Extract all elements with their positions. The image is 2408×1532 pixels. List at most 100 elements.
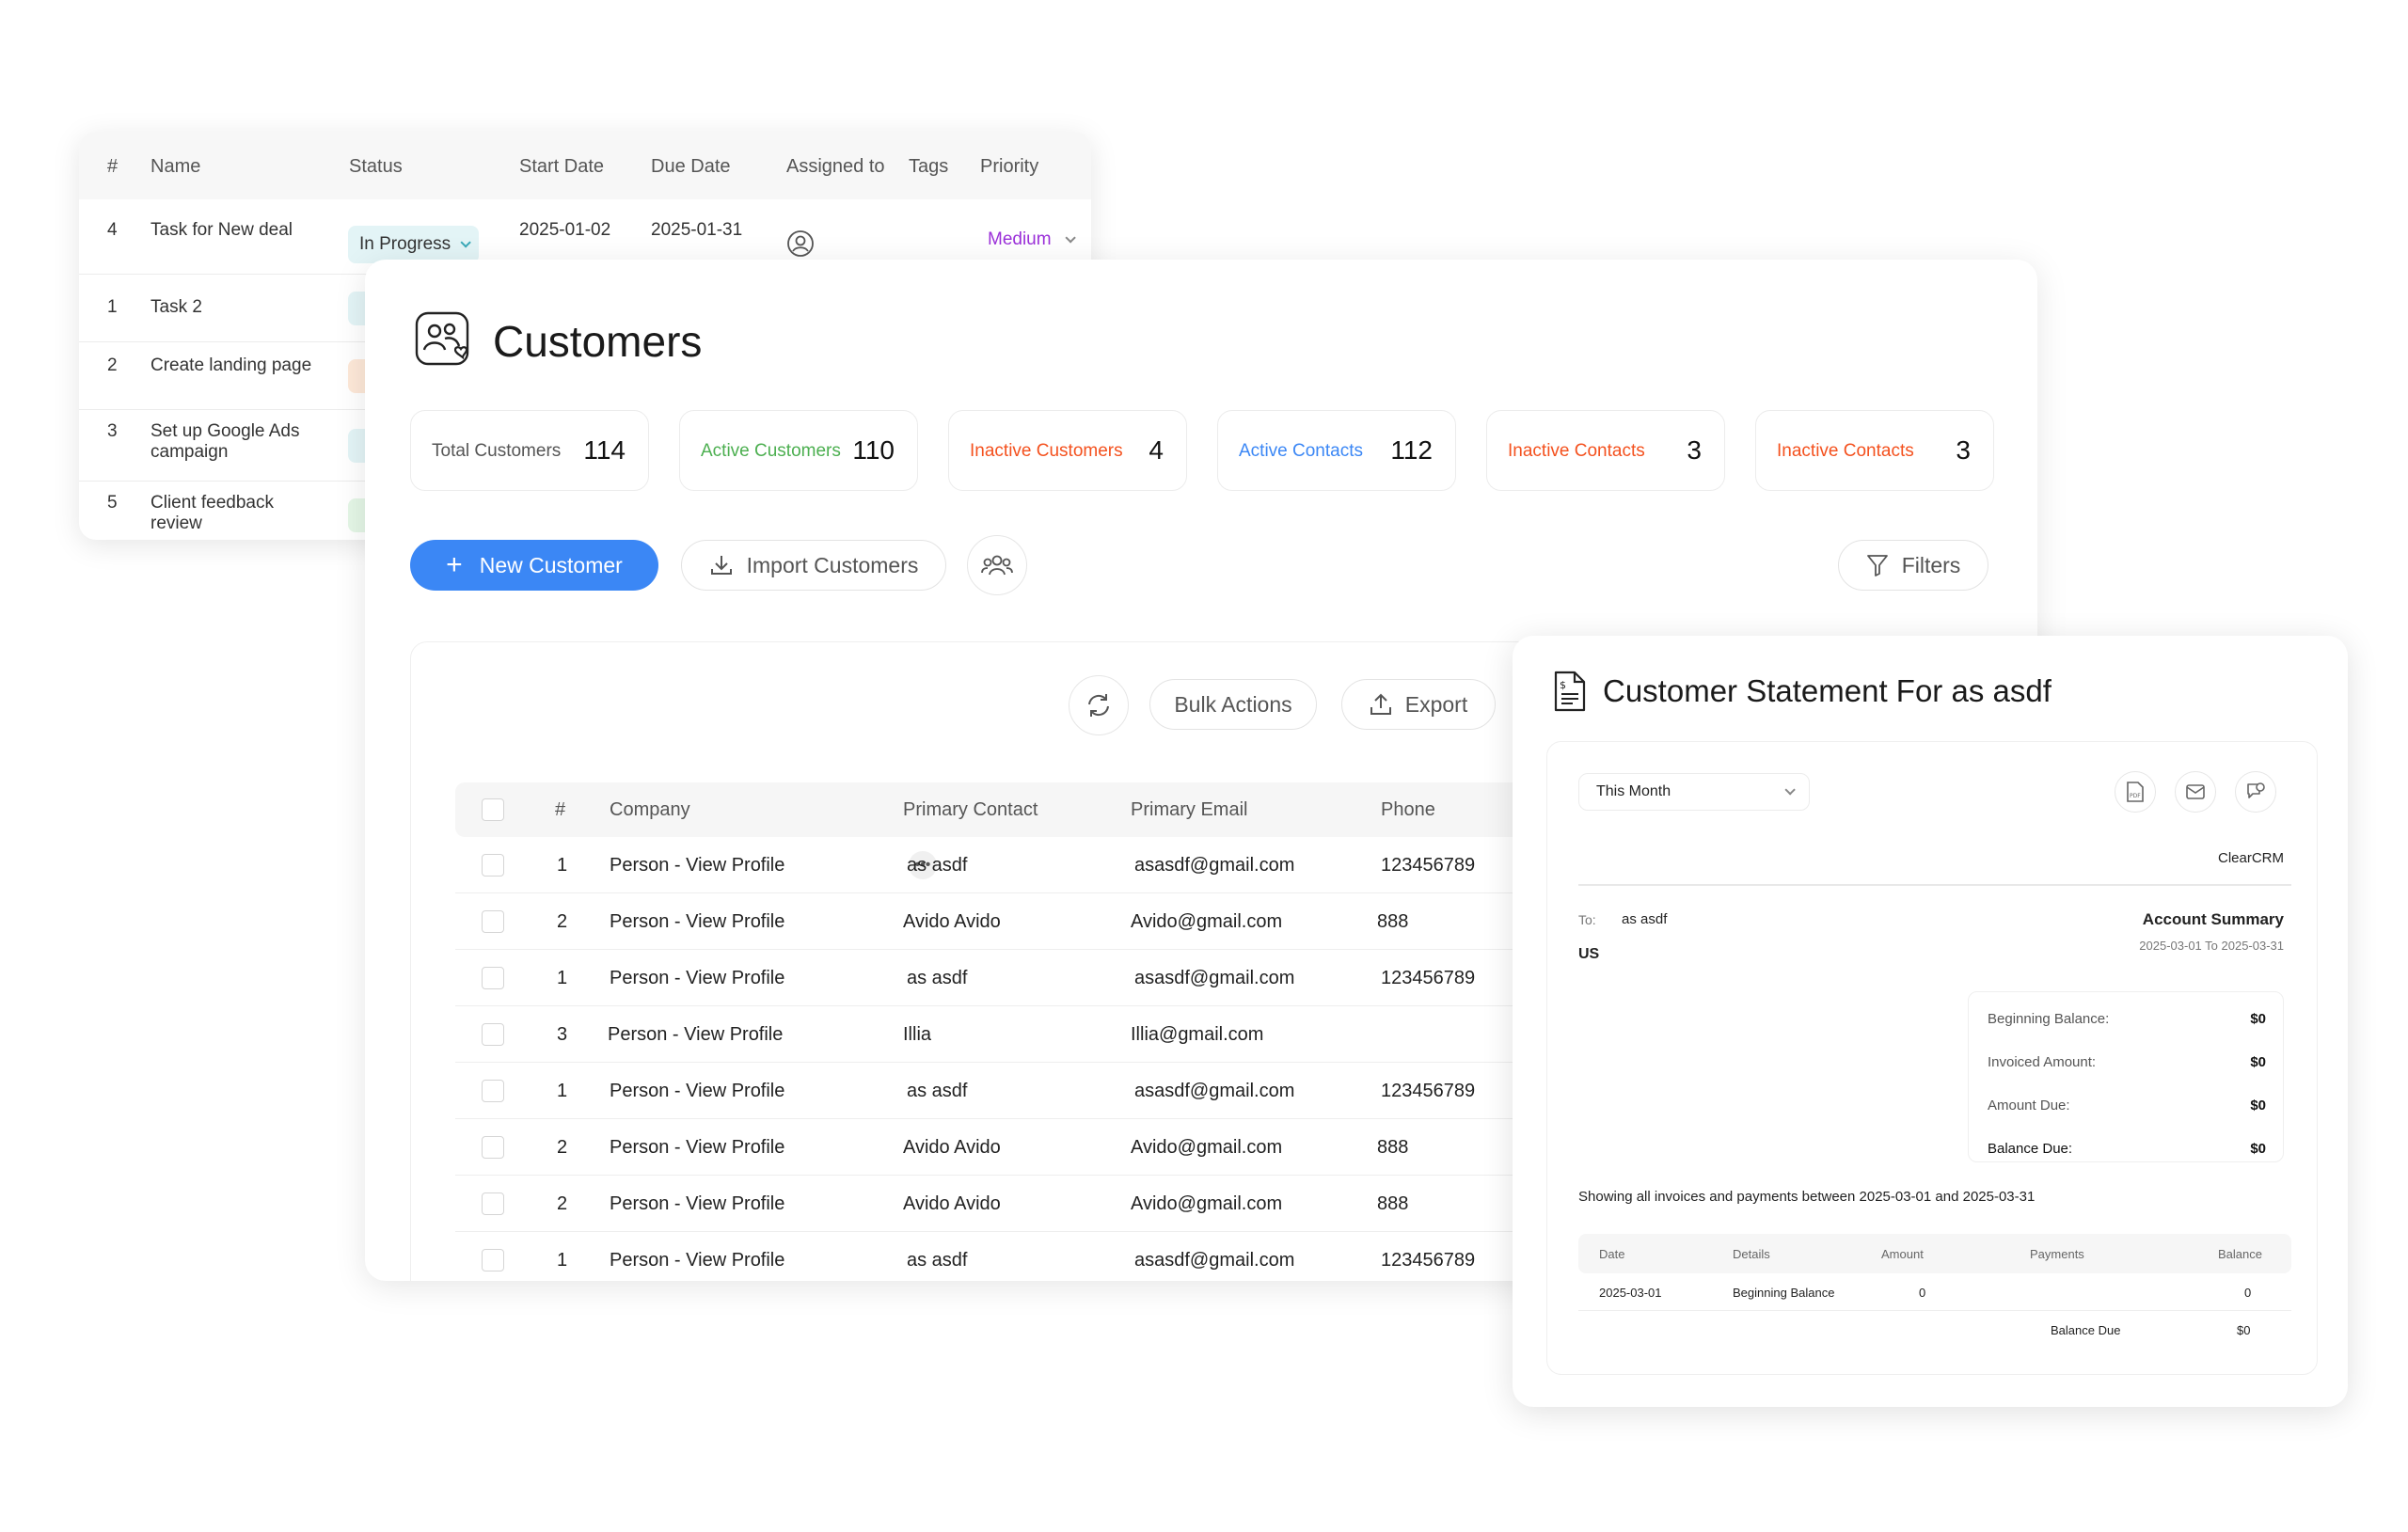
primary-email[interactable]: asasdf@gmail.com [1134, 1081, 1294, 1102]
svg-text:$: $ [1560, 679, 1566, 691]
summary-beginning-balance: Beginning Balance: $0 [1988, 1011, 2266, 1027]
primary-email[interactable]: Illia@gmail.com [1131, 1024, 1263, 1046]
status-label: In Progress [359, 234, 452, 254]
company-link[interactable]: Person - View Profile [610, 855, 784, 877]
filters-button[interactable]: Filters [1838, 540, 1988, 591]
chevron-down-icon [1784, 784, 1796, 796]
to-label: To: [1578, 912, 1596, 927]
primary-email[interactable]: asasdf@gmail.com [1134, 968, 1294, 989]
company-link[interactable]: Person - View Profile [610, 1250, 784, 1271]
export-label: Export [1404, 691, 1468, 717]
user-avatar-icon[interactable] [786, 229, 815, 258]
summary-invoiced-amount: Invoiced Amount: $0 [1988, 1054, 2266, 1070]
row-amount: 0 [1919, 1286, 1926, 1300]
row-num: 1 [557, 1250, 568, 1271]
primary-email[interactable]: Avido@gmail.com [1131, 1193, 1282, 1215]
contacts-group-button[interactable] [967, 535, 1027, 595]
stat-active-contacts[interactable]: Active Contacts 112 [1217, 410, 1456, 491]
status-dropdown[interactable]: In Progress [348, 226, 480, 263]
summary-balance-due: Balance Due: $0 [1988, 1141, 2266, 1157]
upload-icon [1370, 693, 1391, 715]
summary-label: Invoiced Amount: [1988, 1054, 2097, 1070]
company-link[interactable]: Person - View Profile [610, 1193, 784, 1215]
row-checkbox[interactable] [482, 854, 504, 877]
task-num: 1 [107, 297, 118, 317]
users-icon [981, 555, 1013, 576]
task-num: 2 [107, 355, 118, 375]
col-header-payments: Payments [2030, 1247, 2084, 1261]
select-all-checkbox[interactable] [482, 798, 504, 821]
row-checkbox[interactable] [482, 910, 504, 933]
import-customers-button[interactable]: Import Customers [681, 540, 946, 591]
row-balance: 0 [2244, 1286, 2252, 1300]
primary-email[interactable]: asasdf@gmail.com [1134, 1250, 1294, 1271]
chevron-down-icon [460, 237, 471, 248]
summary-value: $0 [2250, 1011, 2266, 1027]
phone: 888 [1377, 1137, 1409, 1158]
primary-contact: as asdf [907, 1081, 968, 1101]
new-customer-label: New Customer [479, 552, 623, 577]
company-link[interactable]: Person - View Profile [610, 1137, 784, 1159]
stat-value: 112 [1390, 435, 1433, 465]
footer-balance-due-label: Balance Due [2051, 1323, 2121, 1337]
account-summary-range: 2025-03-01 To 2025-03-31 [2139, 939, 2284, 953]
refresh-button[interactable] [1069, 675, 1129, 735]
statement-table-header: Date Details Amount Payments Balance [1578, 1234, 2291, 1273]
primary-email[interactable]: asasdf@gmail.com [1134, 855, 1294, 877]
company-name: ClearCRM [2217, 850, 2284, 866]
primary-email[interactable]: Avido@gmail.com [1131, 1137, 1282, 1159]
primary-email[interactable]: Avido@gmail.com [1131, 911, 1282, 933]
import-customers-label: Import Customers [746, 552, 919, 577]
task-num: 3 [107, 421, 118, 441]
stat-active-customers[interactable]: Active Customers 110 [679, 410, 918, 491]
share-button[interactable] [2235, 771, 2276, 813]
row-checkbox[interactable] [482, 967, 504, 989]
company-link[interactable]: Person - View Profile [610, 911, 784, 933]
task-name[interactable]: Set up Google Ads [150, 421, 299, 442]
bulk-actions-button[interactable]: Bulk Actions [1149, 679, 1317, 730]
stat-total-customers[interactable]: Total Customers 114 [410, 410, 649, 491]
divider [1578, 884, 2291, 886]
col-header-amount: Amount [1881, 1247, 1924, 1261]
col-header-num: # [555, 799, 566, 820]
phone: 123456789 [1381, 855, 1476, 876]
company-link[interactable]: Person - View Profile [610, 968, 784, 989]
row-num: 3 [557, 1024, 568, 1045]
row-num: 2 [557, 1193, 568, 1214]
stat-value: 114 [583, 435, 626, 465]
to-name: as asdf [1622, 911, 1668, 927]
summary-value: $0 [2250, 1098, 2266, 1113]
row-checkbox[interactable] [482, 1192, 504, 1215]
new-customer-button[interactable]: + New Customer [410, 540, 658, 591]
col-header-date: Date [1599, 1247, 1625, 1261]
row-checkbox[interactable] [482, 1080, 504, 1102]
row-checkbox[interactable] [482, 1136, 504, 1159]
company-link[interactable]: Person - View Profile [608, 1024, 783, 1046]
stat-inactive-contacts-2[interactable]: Inactive Contacts 3 [1755, 410, 1994, 491]
stat-inactive-contacts[interactable]: Inactive Contacts 3 [1486, 410, 1725, 491]
task-name[interactable]: Create landing page [150, 355, 311, 376]
priority-dropdown[interactable]: Medium [988, 229, 1076, 250]
company-link[interactable]: Person - View Profile [610, 1081, 784, 1102]
row-date: 2025-03-01 [1599, 1286, 1662, 1300]
footer-balance-due-value: $0 [2237, 1323, 2251, 1337]
export-button[interactable]: Export [1341, 679, 1496, 730]
showing-range-text: Showing all invoices and payments betwee… [1578, 1189, 2036, 1205]
email-button[interactable] [2175, 771, 2216, 813]
download-pdf-button[interactable]: PDF [2115, 771, 2156, 813]
row-checkbox[interactable] [482, 1249, 504, 1271]
page-title: Customers [493, 317, 703, 366]
task-name[interactable]: Task 2 [150, 297, 202, 318]
svg-text:PDF: PDF [2130, 793, 2141, 799]
phone: 888 [1377, 911, 1409, 932]
filters-label: Filters [1901, 552, 1961, 577]
task-name[interactable]: Client feedback [150, 493, 274, 513]
stat-inactive-customers[interactable]: Inactive Customers 4 [948, 410, 1187, 491]
mail-icon [2186, 784, 2205, 799]
row-checkbox[interactable] [482, 1023, 504, 1046]
phone: 123456789 [1381, 968, 1476, 988]
task-name[interactable]: Task for New deal [150, 220, 293, 241]
task-num: 4 [107, 220, 118, 240]
period-select[interactable]: This Month [1578, 773, 1810, 811]
country: US [1578, 946, 1600, 962]
